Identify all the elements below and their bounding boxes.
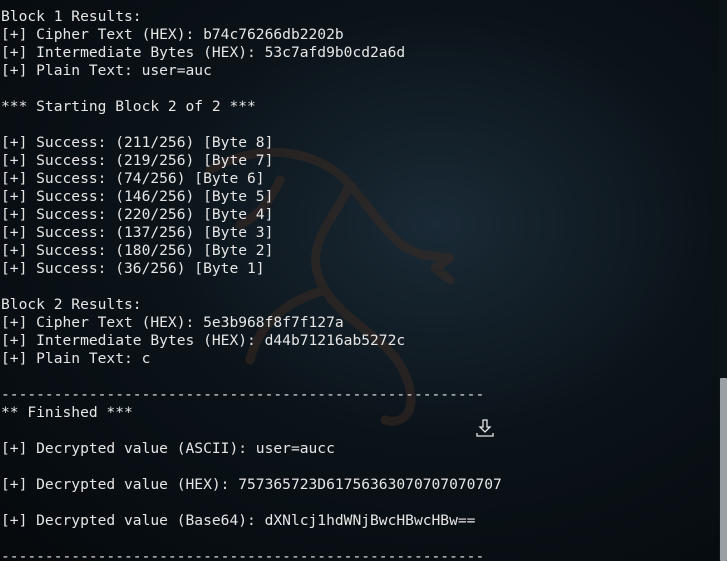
output-line-success-byte7: [+] Success: (219/256) [Byte 7] bbox=[1, 152, 274, 169]
output-line-success-byte5: [+] Success: (146/256) [Byte 5] bbox=[1, 188, 274, 205]
output-line-block2-start: *** Starting Block 2 of 2 *** bbox=[1, 98, 256, 115]
output-line-block2-plaintext: [+] Plain Text: c bbox=[1, 350, 151, 367]
output-line-blank bbox=[1, 368, 713, 386]
output-line-blank bbox=[1, 422, 713, 440]
output-line-separator: ----------------------------------------… bbox=[1, 548, 485, 561]
output-line-blank bbox=[1, 116, 713, 134]
output-line-block1-cipher: [+] Cipher Text (HEX): b74c76266db2202b bbox=[1, 26, 344, 43]
download-icon[interactable] bbox=[476, 418, 494, 438]
output-line-decrypted-hex: [+] Decrypted value (HEX): 757365723D617… bbox=[1, 476, 502, 493]
output-line-decrypted-ascii: [+] Decrypted value (ASCII): user=aucc bbox=[1, 440, 335, 457]
output-line-block2-cipher: [+] Cipher Text (HEX): 5e3b968f8f7f127a bbox=[1, 314, 344, 331]
output-line-success-byte2: [+] Success: (180/256) [Byte 2] bbox=[1, 242, 274, 259]
output-line-blank bbox=[1, 80, 713, 98]
output-line-success-byte8: [+] Success: (211/256) [Byte 8] bbox=[1, 134, 274, 151]
output-line-blank bbox=[1, 458, 713, 476]
output-line-success-byte3: [+] Success: (137/256) [Byte 3] bbox=[1, 224, 274, 241]
scrollbar[interactable] bbox=[719, 0, 727, 561]
output-line-block1-plaintext: [+] Plain Text: user=auc bbox=[1, 62, 212, 79]
output-line-block1-header: Block 1 Results: bbox=[1, 8, 142, 25]
terminal-window[interactable]: Block 1 Results: [+] Cipher Text (HEX): … bbox=[0, 0, 727, 561]
output-line-success-byte6: [+] Success: (74/256) [Byte 6] bbox=[1, 170, 265, 187]
output-line-block2-header: Block 2 Results: bbox=[1, 296, 142, 313]
output-line-blank bbox=[1, 494, 713, 512]
output-line-blank bbox=[1, 530, 713, 548]
output-line-success-byte1: [+] Success: (36/256) [Byte 1] bbox=[1, 260, 265, 277]
output-line-success-byte4: [+] Success: (220/256) [Byte 4] bbox=[1, 206, 274, 223]
output-line-blank bbox=[1, 278, 713, 296]
terminal-output: Block 1 Results: [+] Cipher Text (HEX): … bbox=[1, 8, 713, 561]
output-line-block1-intermediate: [+] Intermediate Bytes (HEX): 53c7afd9b0… bbox=[1, 44, 406, 61]
scrollbar-thumb[interactable] bbox=[720, 378, 727, 561]
output-line-block2-intermediate: [+] Intermediate Bytes (HEX): d44b71216a… bbox=[1, 332, 406, 349]
output-line-separator: ----------------------------------------… bbox=[1, 386, 485, 403]
output-line-decrypted-base64: [+] Decrypted value (Base64): dXNlcj1hdW… bbox=[1, 512, 476, 529]
output-line-finished: ** Finished *** bbox=[1, 404, 133, 421]
